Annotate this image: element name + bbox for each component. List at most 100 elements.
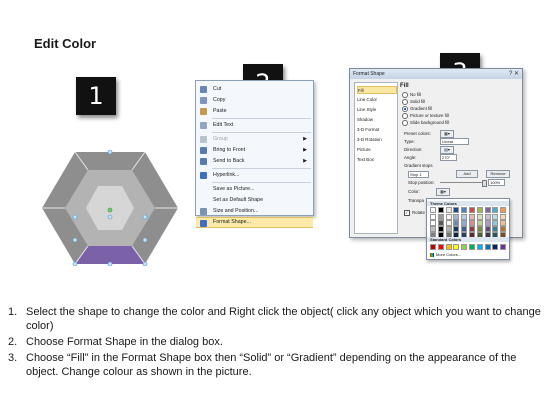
more-colors-label: More Colors...	[436, 252, 462, 257]
dialog-category-picture[interactable]: Picture	[357, 146, 395, 153]
standard-color-swatch[interactable]	[500, 244, 507, 250]
theme-color-swatch[interactable]	[437, 207, 444, 213]
submenu-arrow-icon: ▶	[303, 147, 307, 153]
dialog-category-line-style[interactable]: Line Style	[357, 106, 395, 113]
step-number: 2.	[8, 336, 18, 348]
dialog-category-text-box[interactable]: Text Box	[357, 156, 395, 163]
dialog-category-line-color[interactable]: Line Color	[357, 96, 395, 103]
standard-color-swatch[interactable]	[453, 244, 460, 250]
direction-label: Direction:	[404, 147, 423, 152]
menu-item-label: Copy	[213, 97, 226, 103]
fill-option-label: Slide background fill	[410, 120, 450, 126]
gradient-stops-label: Gradient stops	[404, 163, 433, 168]
context-menu: Cut Copy Paste Edit Text Group ▶ Bring to Fron…	[195, 80, 314, 228]
standard-color-swatch[interactable]	[437, 244, 444, 250]
dialog-titlebar: Format Shape ? ✕	[350, 69, 522, 79]
standard-color-swatch[interactable]	[484, 244, 491, 250]
dialog-window-buttons[interactable]: ? ✕	[509, 70, 519, 77]
dialog-category-3-d-rotation[interactable]: 3-D Rotation	[357, 136, 395, 143]
type-dropdown[interactable]: Linear	[440, 138, 469, 145]
theme-color-swatch[interactable]	[453, 207, 460, 213]
menu-item-group[interactable]: Group ▶	[196, 134, 313, 145]
type-label: Type:	[404, 139, 415, 144]
menu-item-label: Hyperlink...	[213, 172, 240, 178]
standard-color-swatch[interactable]	[445, 244, 452, 250]
menu-item-label: Group	[213, 136, 228, 142]
radio-button[interactable]	[402, 92, 408, 98]
angle-label: Angle:	[404, 155, 417, 160]
step-badge-1: 1	[76, 77, 116, 115]
menu-item-bring-to-front[interactable]: Bring to Front ▶	[196, 145, 313, 156]
dialog-category-fill[interactable]: Fill	[357, 86, 397, 94]
scissors-icon	[200, 86, 207, 93]
fill-option-slide-background-fill[interactable]: Slide background fill	[402, 120, 449, 126]
menu-item-save-as-picture[interactable]: Save as Picture...	[196, 184, 313, 195]
copy-icon	[200, 97, 207, 104]
standard-color-swatch[interactable]	[461, 244, 468, 250]
dialog-category-3-d-format[interactable]: 3-D Format	[357, 126, 395, 133]
standard-color-swatch[interactable]	[469, 244, 475, 250]
radio-button[interactable]	[402, 106, 408, 112]
fill-option-gradient-fill[interactable]: Gradient fill	[402, 106, 432, 112]
group-icon	[200, 136, 207, 143]
fill-option-solid-fill[interactable]: Solid fill	[402, 99, 425, 105]
transparency-label: Transpa	[408, 198, 424, 203]
color-picker-button[interactable]: ▦▾	[436, 188, 450, 196]
radio-button[interactable]	[402, 120, 408, 126]
color-label: Color:	[408, 189, 420, 194]
fill-option-picture-or-texture-fill[interactable]: Picture or texture fill	[402, 113, 449, 119]
menu-item-label: Paste	[213, 108, 227, 114]
direction-icon: ▤▾	[444, 147, 450, 152]
menu-separator	[212, 168, 311, 169]
direction-button[interactable]: ▤▾	[440, 146, 454, 154]
stop-position-input[interactable]: 100%	[488, 179, 505, 186]
stop-dropdown[interactable]: Stop 1	[408, 171, 429, 178]
menu-item-size-and-position[interactable]: Size and Position...	[196, 206, 313, 217]
preset-colors-icon: ▦▾	[444, 131, 450, 136]
theme-color-swatch[interactable]	[461, 207, 468, 213]
fill-option-no-fill[interactable]: No fill	[402, 92, 421, 98]
menu-item-hyperlink[interactable]: Hyperlink...	[196, 170, 313, 181]
more-colors-link[interactable]: More Colors...	[430, 252, 461, 257]
menu-item-send-to-back[interactable]: Send to Back ▶	[196, 156, 313, 167]
theme-color-swatch[interactable]	[445, 207, 452, 213]
edit-text-icon	[200, 122, 207, 129]
hyperlink-icon	[200, 172, 207, 179]
menu-item-paste[interactable]: Paste	[196, 106, 313, 117]
radio-button[interactable]	[402, 113, 408, 119]
theme-color-swatch[interactable]	[476, 207, 483, 213]
step-text: Choose “Fill” in the Format Shape box th…	[26, 352, 517, 378]
menu-item-format-shape[interactable]: Format Shape...	[196, 217, 313, 228]
rotate-checkbox[interactable]: ✓	[404, 210, 410, 216]
theme-color-swatch[interactable]	[500, 207, 507, 213]
menu-separator	[212, 118, 311, 119]
radio-button[interactable]	[402, 99, 408, 105]
more-colors-icon	[430, 252, 434, 257]
preset-colors-button[interactable]: ▦▾	[440, 130, 454, 138]
theme-color-swatch[interactable]	[484, 207, 491, 213]
menu-item-cut[interactable]: Cut	[196, 84, 313, 95]
menu-item-copy[interactable]: Copy	[196, 95, 313, 106]
dialog-category-shadow[interactable]: Shadow	[357, 116, 395, 123]
color-palette-dropdown: Theme Colors Standard Colors More Colors…	[426, 198, 510, 260]
rotate-label: Rotate	[412, 210, 425, 216]
theme-color-swatch[interactable]	[430, 207, 436, 213]
hexagon-shape[interactable]	[40, 149, 180, 267]
theme-color-swatch[interactable]	[492, 207, 499, 213]
standard-color-swatch[interactable]	[492, 244, 499, 250]
menu-item-label: Edit Text	[213, 122, 234, 128]
standard-color-swatch[interactable]	[476, 244, 483, 250]
menu-item-set-as-default-shape[interactable]: Set as Default Shape	[196, 195, 313, 206]
standard-color-swatch[interactable]	[430, 244, 436, 250]
stop-position-slider[interactable]	[440, 182, 484, 183]
stop-position-thumb[interactable]	[482, 180, 487, 187]
menu-separator	[212, 182, 311, 183]
paste-icon	[200, 108, 207, 115]
theme-color-swatch[interactable]	[469, 207, 475, 213]
remove-stop-button[interactable]: Remove	[486, 170, 510, 178]
add-stop-button[interactable]: Add	[456, 170, 478, 178]
menu-item-edit-text[interactable]: Edit Text	[196, 120, 313, 131]
step-number: 1.	[8, 306, 18, 318]
angle-input[interactable]: 270°	[440, 154, 457, 161]
rotate-checkbox-row[interactable]: ✓ Rotate	[404, 210, 425, 216]
